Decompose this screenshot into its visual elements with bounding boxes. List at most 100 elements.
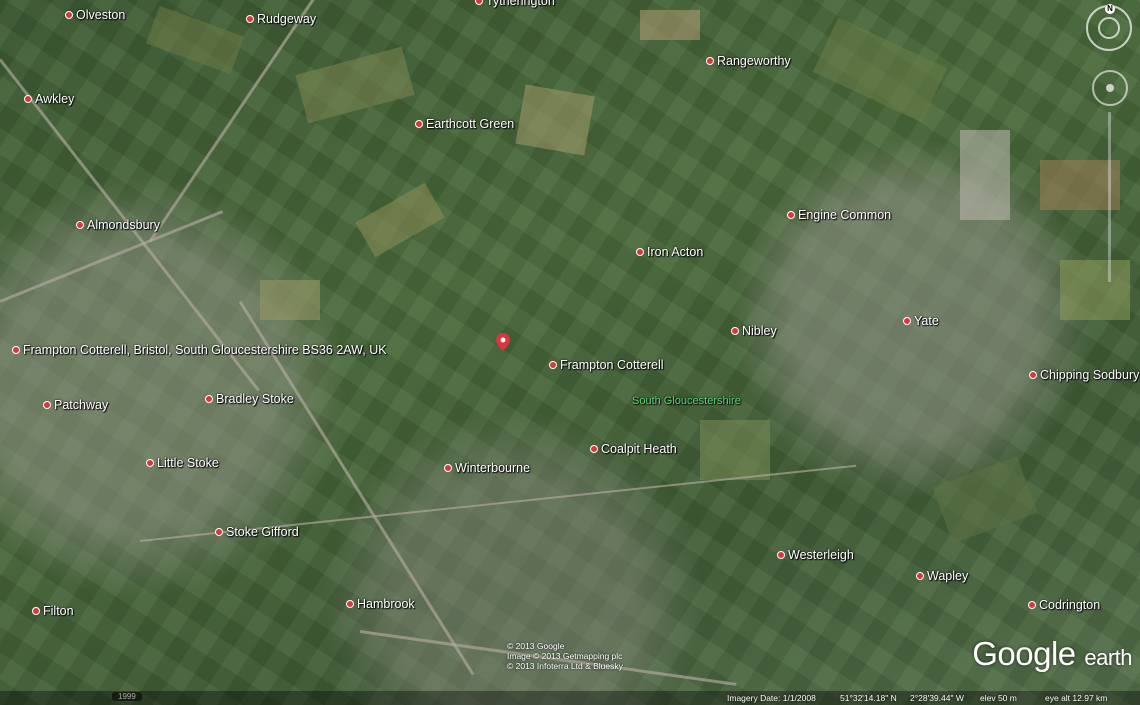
place-marker-icon	[24, 95, 32, 103]
field-patch	[640, 10, 700, 40]
elevation-readout: elev 50 m	[980, 693, 1017, 703]
place-name: Little Stoke	[157, 456, 219, 470]
place-name: Winterbourne	[455, 461, 531, 475]
region-label: South Gloucestershire	[632, 395, 741, 407]
place-marker-icon	[246, 15, 254, 23]
place-name: Rangeworthy	[717, 54, 791, 68]
place-marker-icon	[12, 346, 20, 354]
field-patch	[1060, 260, 1130, 320]
place-marker-icon	[475, 0, 483, 5]
place-label[interactable]: Earthcott Green	[415, 117, 514, 131]
place-marker-icon	[731, 327, 739, 335]
place-name: Hambrook	[357, 597, 415, 611]
place-label[interactable]: Patchway	[43, 398, 108, 412]
field-patch	[932, 456, 1038, 544]
place-label[interactable]: Stoke Gifford	[215, 525, 299, 539]
place-label[interactable]: Chipping Sodbury	[1029, 368, 1139, 382]
place-label[interactable]: Frampton Cotterell	[549, 358, 664, 372]
place-marker-icon	[706, 57, 714, 65]
place-marker-icon	[590, 445, 598, 453]
place-marker-icon	[346, 600, 354, 608]
place-name: Tytherington	[486, 0, 555, 8]
place-marker-icon	[146, 459, 154, 467]
place-marker-icon	[777, 551, 785, 559]
place-name: Bradley Stoke	[216, 392, 294, 406]
imagery-date: Imagery Date: 1/1/2008	[727, 693, 816, 703]
place-marker-icon	[43, 401, 51, 409]
place-label[interactable]: Bradley Stoke	[205, 392, 294, 406]
place-label[interactable]: Little Stoke	[146, 456, 219, 470]
place-name: Awkley	[35, 92, 75, 106]
place-name: Iron Acton	[647, 245, 704, 259]
place-name: Stoke Gifford	[226, 525, 299, 539]
place-name: Chipping Sodbury	[1040, 368, 1140, 382]
satellite-map[interactable]: Olveston Rudgeway Tytherington Rangeworthy A…	[0, 0, 1140, 705]
compass-icon[interactable]: N	[1086, 4, 1132, 51]
place-name: Engine Common	[798, 208, 892, 222]
place-label[interactable]: Yate	[903, 314, 939, 328]
look-control[interactable]	[1098, 17, 1120, 39]
field-patch	[355, 182, 445, 258]
place-label[interactable]: Wapley	[916, 569, 968, 583]
place-label[interactable]: Westerleigh	[777, 548, 854, 562]
place-marker-icon	[787, 211, 795, 219]
place-marker-icon	[916, 572, 924, 580]
place-name: Wapley	[927, 569, 969, 583]
place-name: Filton	[43, 604, 74, 618]
field-patch	[812, 17, 948, 123]
location-pin-icon[interactable]	[496, 333, 510, 351]
place-marker-icon	[215, 528, 223, 536]
zoom-slider[interactable]	[1108, 112, 1111, 282]
place-label[interactable]: Engine Common	[787, 208, 891, 222]
place-name: Earthcott Green	[426, 117, 515, 131]
place-marker-icon	[444, 464, 452, 472]
credit-line: Image © 2013 Getmapping plc	[507, 651, 623, 661]
place-name: Frampton Cotterell, Bristol, South Glouc…	[23, 343, 387, 357]
place-marker-icon	[636, 248, 644, 256]
place-name: Rudgeway	[257, 12, 317, 26]
place-label[interactable]: Filton	[32, 604, 74, 618]
place-marker-icon	[76, 221, 84, 229]
place-marker-icon	[1028, 601, 1036, 609]
field-patch	[295, 46, 415, 124]
place-label[interactable]: Rudgeway	[246, 12, 316, 26]
google-earth-logo: Google earth	[972, 635, 1132, 672]
place-label[interactable]: Winterbourne	[444, 461, 530, 475]
place-label[interactable]: Awkley	[24, 92, 74, 106]
field-patch	[515, 84, 595, 156]
status-bar: Imagery Date: 1/1/2008 51°32'14.18" N 2°…	[0, 691, 1140, 705]
place-label[interactable]: Rangeworthy	[706, 54, 791, 68]
place-name: Frampton Cotterell	[560, 358, 664, 372]
place-label[interactable]: Coalpit Heath	[590, 442, 677, 456]
place-name: Coalpit Heath	[601, 442, 677, 456]
place-name: Patchway	[54, 398, 109, 412]
place-label[interactable]: Codrington	[1028, 598, 1100, 612]
latitude-readout: 51°32'14.18" N	[840, 693, 897, 703]
place-marker-icon	[903, 317, 911, 325]
move-control-icon[interactable]	[1092, 70, 1128, 106]
place-label[interactable]: Hambrook	[346, 597, 415, 611]
field-patch	[145, 5, 245, 75]
place-name: Westerleigh	[788, 548, 854, 562]
place-marker-icon	[415, 120, 423, 128]
place-label[interactable]: Almondsbury	[76, 218, 160, 232]
place-marker-icon	[549, 361, 557, 369]
place-name: Olveston	[76, 8, 126, 22]
place-label[interactable]: Tytherington	[475, 0, 555, 8]
place-marker-icon	[65, 11, 73, 19]
place-name: Nibley	[742, 324, 777, 338]
imagery-credits: © 2013 Google Image © 2013 Getmapping pl…	[507, 641, 623, 671]
credit-line: © 2013 Infoterra Ltd & Bluesky	[507, 661, 623, 671]
longitude-readout: 2°28'39.44" W	[910, 693, 964, 703]
place-name: Codrington	[1039, 598, 1101, 612]
place-marker-icon	[205, 395, 213, 403]
place-label[interactable]: Nibley	[731, 324, 777, 338]
place-name: Yate	[914, 314, 939, 328]
place-marker-icon	[1029, 371, 1037, 379]
field-patch	[700, 420, 770, 480]
place-marker-icon	[32, 607, 40, 615]
place-label[interactable]: Frampton Cotterell, Bristol, South Glouc…	[12, 343, 387, 357]
place-label[interactable]: Iron Acton	[636, 245, 703, 259]
field-patch	[260, 280, 320, 320]
place-label[interactable]: Olveston	[65, 8, 125, 22]
